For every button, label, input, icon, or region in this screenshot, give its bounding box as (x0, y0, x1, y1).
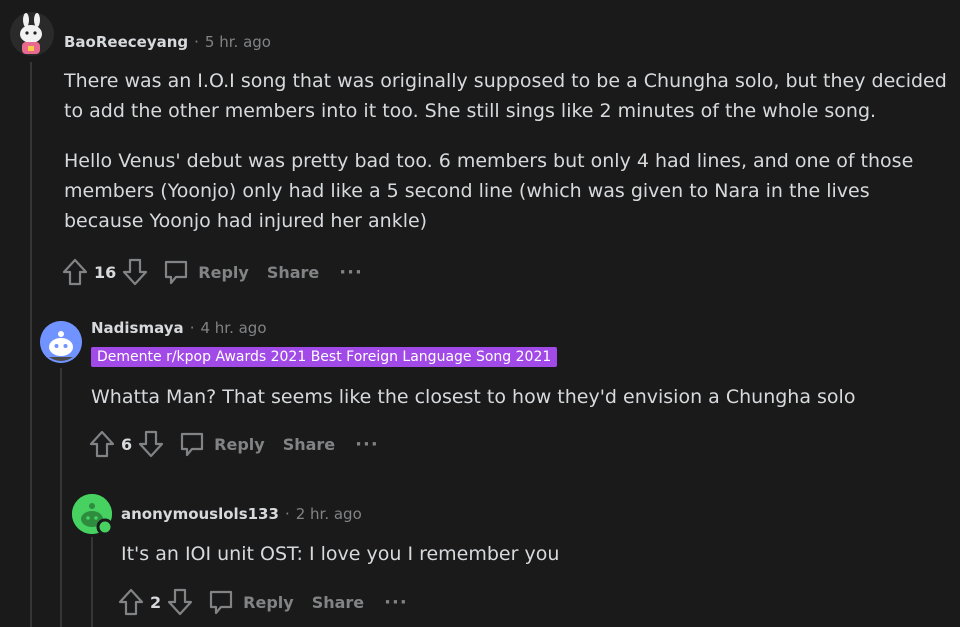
comment-actions: 2 Reply Share ··· (118, 588, 408, 616)
comment-header: anonymouslols133 · 2 hr. ago (121, 505, 362, 523)
comment-body: It's an IOI unit OST: I love you I remem… (121, 539, 951, 569)
share-label: Share (311, 592, 365, 612)
avatar[interactable] (72, 494, 114, 536)
timestamp[interactable]: 2 hr. ago (296, 505, 362, 523)
vote-count: 2 (150, 592, 162, 612)
comment: anonymouslols133 · 2 hr. ago It's an IOI… (0, 0, 960, 627)
separator: · (284, 505, 290, 523)
reply-label: Reply (243, 592, 294, 612)
share-button[interactable]: Share (312, 593, 364, 612)
comment-paragraph: It's an IOI unit OST: I love you I remem… (121, 543, 560, 565)
downvote-icon[interactable] (167, 588, 193, 616)
comment-bubble-icon (207, 588, 235, 616)
snoo-avatar-icon (72, 494, 114, 536)
username[interactable]: anonymouslols133 (121, 505, 279, 523)
comment-thread: BaoReeceyang · 5 hr. ago There was an I.… (0, 0, 960, 627)
more-icon[interactable]: ··· (384, 592, 408, 613)
upvote-icon[interactable] (118, 588, 144, 616)
reply-button[interactable]: Reply (207, 588, 294, 616)
